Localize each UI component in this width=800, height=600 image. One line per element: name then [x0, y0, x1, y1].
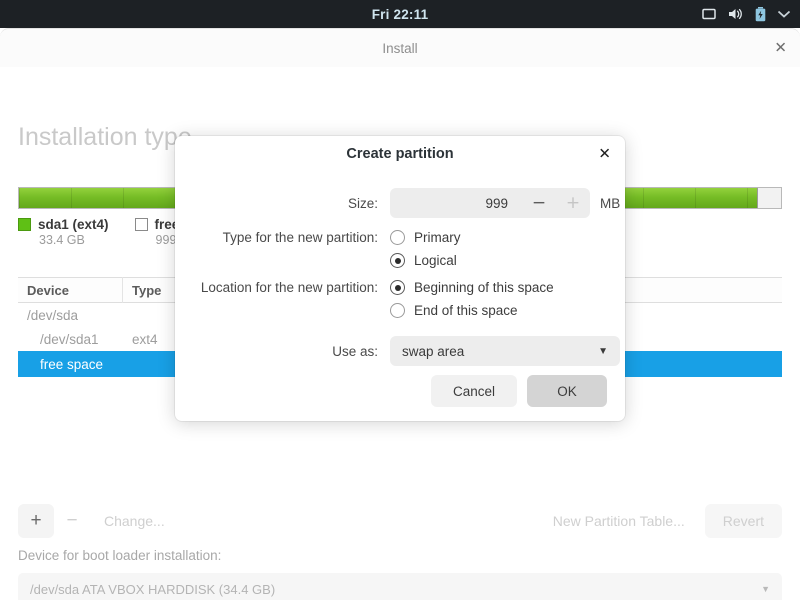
- radio-beginning-of-space[interactable]: [390, 280, 405, 295]
- new-partition-table-button[interactable]: New Partition Table...: [541, 504, 697, 538]
- screen: Fri 22:11 Install ✕ Installation type: [0, 0, 800, 600]
- boot-loader-label: Device for boot loader installation:: [18, 548, 221, 563]
- change-partition-button[interactable]: Change...: [90, 504, 179, 538]
- window-titlebar: Install ✕: [0, 29, 800, 67]
- partition-location-row-end: End of this space: [175, 303, 625, 318]
- dialog-action-buttons: Cancel OK: [431, 375, 607, 407]
- window-close-button[interactable]: ✕: [774, 41, 787, 56]
- size-stepper[interactable]: 999 − +: [390, 188, 590, 218]
- partition-location-row: Location for the new partition: Beginnin…: [175, 280, 625, 295]
- radio-end-of-space[interactable]: [390, 303, 405, 318]
- dialog-titlebar: Create partition ✕: [175, 136, 625, 172]
- create-partition-dialog: Create partition ✕ Size: 999 − + MB Type…: [175, 136, 625, 421]
- cell-type: ext4: [123, 332, 179, 347]
- cell-device: free space: [18, 357, 123, 372]
- dropdown-arrow-icon[interactable]: [778, 10, 790, 18]
- radio-logical-label[interactable]: Logical: [414, 253, 457, 268]
- system-top-bar: Fri 22:11: [0, 0, 800, 28]
- radio-primary-label[interactable]: Primary: [414, 230, 461, 245]
- display-icon[interactable]: [702, 7, 716, 21]
- boot-loader-select[interactable]: /dev/sda ATA VBOX HARDDISK (34.4 GB) ▼: [18, 573, 782, 600]
- chevron-down-icon: ▼: [761, 584, 770, 594]
- boot-loader-selected-value: /dev/sda ATA VBOX HARDDISK (34.4 GB): [30, 582, 275, 597]
- size-unit-label: MB: [600, 196, 620, 211]
- partition-bar-free-segment: [758, 188, 781, 208]
- cell-device: /dev/sda: [18, 308, 123, 323]
- radio-logical[interactable]: [390, 253, 405, 268]
- partition-type-label: Type for the new partition:: [175, 230, 390, 245]
- legend-color-swatch-icon: [135, 218, 148, 231]
- volume-icon[interactable]: [728, 7, 743, 21]
- use-as-selected-value: swap area: [402, 344, 464, 359]
- battery-charging-icon[interactable]: [755, 7, 766, 22]
- legend-color-swatch-icon: [18, 218, 31, 231]
- size-field-row: Size: 999 − + MB: [175, 188, 625, 218]
- use-as-select[interactable]: swap area ▼: [390, 336, 620, 366]
- radio-primary[interactable]: [390, 230, 405, 245]
- page-title: Installation type: [18, 123, 192, 152]
- use-as-row: Use as: swap area ▼: [175, 336, 625, 366]
- legend-item-name: sda1 (ext4): [38, 217, 109, 232]
- column-header-device[interactable]: Device: [18, 277, 123, 303]
- add-partition-button[interactable]: +: [18, 504, 54, 538]
- size-increment-button[interactable]: +: [556, 188, 590, 218]
- revert-button[interactable]: Revert: [705, 504, 782, 538]
- use-as-label: Use as:: [175, 344, 390, 359]
- chevron-down-icon: ▼: [598, 346, 608, 357]
- partition-location-label: Location for the new partition:: [175, 280, 390, 295]
- partition-legend: sda1 (ext4) 33.4 GB free 999.3: [18, 217, 187, 247]
- size-input[interactable]: 999: [390, 196, 522, 211]
- column-header-type[interactable]: Type: [123, 277, 179, 303]
- radio-beginning-of-space-label[interactable]: Beginning of this space: [414, 280, 554, 295]
- system-tray: [702, 0, 794, 28]
- legend-item-size: 33.4 GB: [39, 233, 109, 247]
- partition-type-row: Type for the new partition: Primary: [175, 230, 625, 245]
- cancel-button[interactable]: Cancel: [431, 375, 517, 407]
- remove-partition-button[interactable]: −: [54, 504, 90, 538]
- partition-type-row-logical: Logical: [175, 253, 625, 268]
- size-decrement-button[interactable]: −: [522, 188, 556, 218]
- dialog-title: Create partition: [346, 146, 453, 162]
- partition-toolbar: + − Change... New Partition Table... Rev…: [18, 504, 782, 538]
- window-title: Install: [382, 41, 417, 56]
- legend-item: sda1 (ext4) 33.4 GB: [18, 217, 109, 247]
- radio-end-of-space-label[interactable]: End of this space: [414, 303, 518, 318]
- ok-button[interactable]: OK: [527, 375, 607, 407]
- size-label: Size:: [175, 196, 390, 211]
- system-clock[interactable]: Fri 22:11: [372, 7, 429, 22]
- dialog-close-button[interactable]: ✕: [598, 147, 611, 162]
- cell-device: /dev/sda1: [18, 332, 123, 347]
